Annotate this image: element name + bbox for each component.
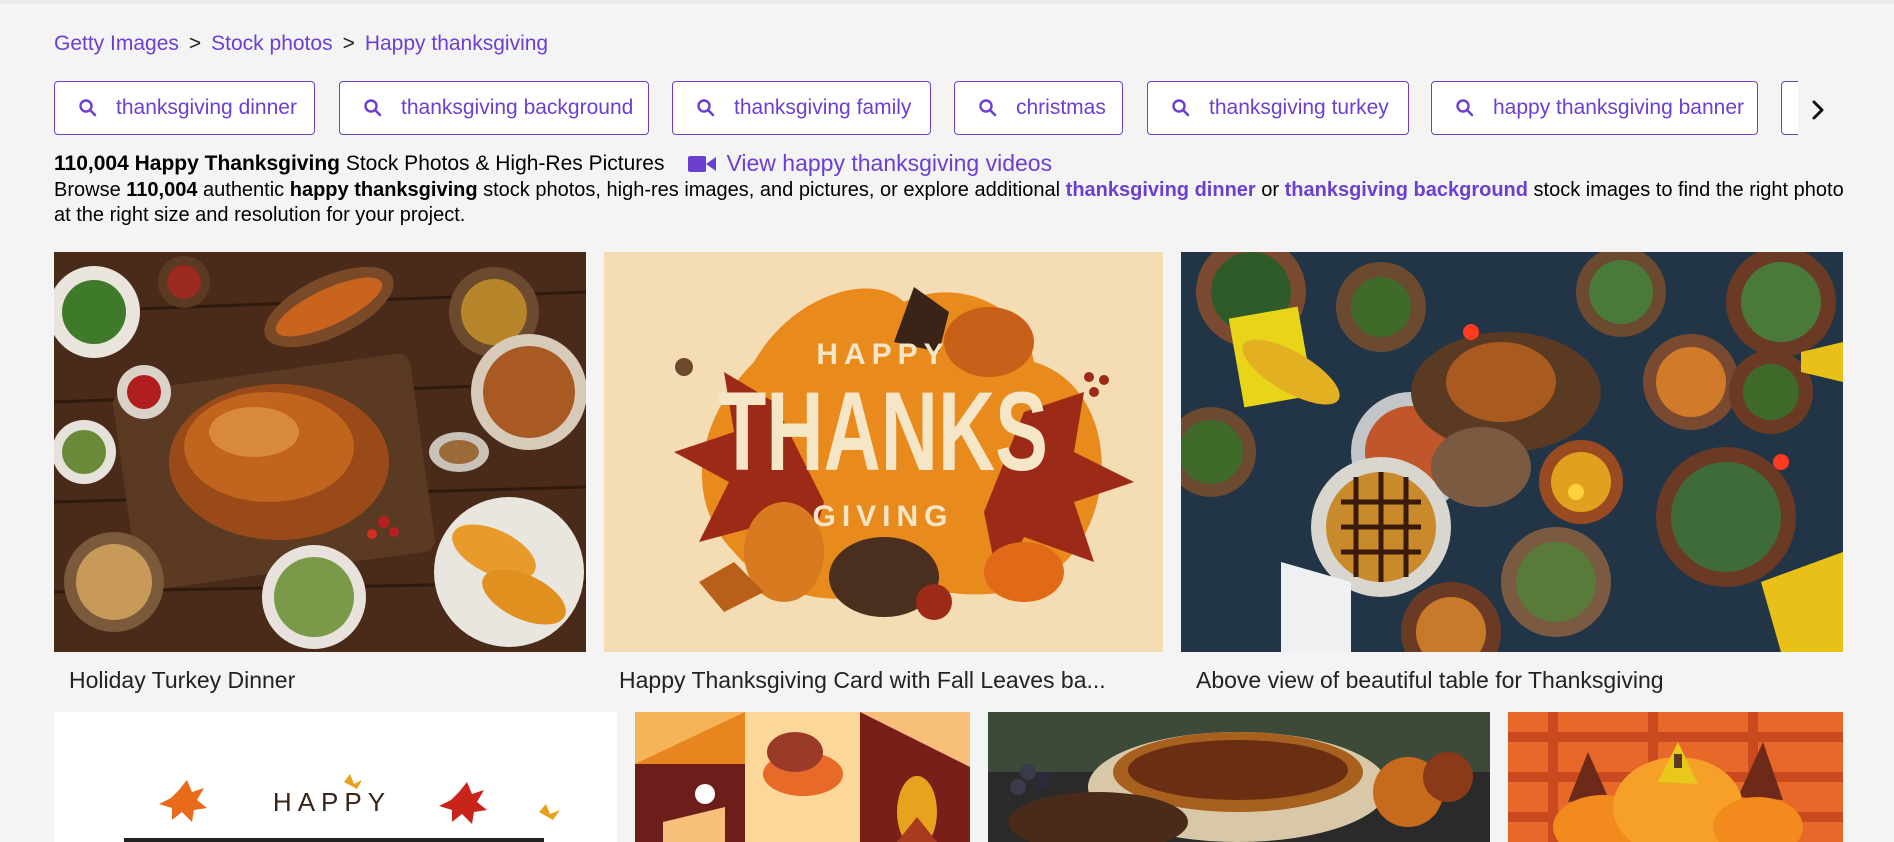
related-search-chip[interactable]: thanksgiving turkey <box>1147 81 1409 135</box>
results-query: Happy Thanksgiving <box>134 151 340 175</box>
result-caption[interactable]: Holiday Turkey Dinner <box>69 667 295 694</box>
description-query: happy thanksgiving <box>289 179 478 201</box>
related-search-chip[interactable]: thanksgiving background <box>339 81 649 135</box>
result-image-table-above-view[interactable] <box>1181 252 1843 652</box>
turkey-dinner-photo <box>54 252 586 652</box>
result-image-thanksgiving-icons[interactable] <box>635 712 970 842</box>
result-image-thanksgiving-card[interactable]: HAPPY THANKS GIVING <box>604 252 1163 652</box>
breadcrumb: Getty Images > Stock photos > Happy thanksgi… <box>54 32 548 56</box>
thanksgiving-card-illustration: HAPPY THANKS GIVING <box>604 252 1163 652</box>
chip-label: thanksgiving family <box>734 96 912 119</box>
result-caption[interactable]: Above view of beautiful table for Thanks… <box>1196 667 1664 694</box>
description-count: 110,004 <box>126 179 198 201</box>
card-giving-text: GIVING <box>812 500 953 533</box>
description-text: or <box>1255 179 1285 201</box>
results-suffix: Stock Photos & High-Res Pictures <box>345 151 665 175</box>
breadcrumb-separator: > <box>188 32 202 55</box>
thanksgiving-icons-pattern <box>635 712 970 842</box>
search-icon <box>1172 99 1190 117</box>
card-thanks-text: THANKS <box>718 369 1048 494</box>
result-image-happy-thanksgiving-lettering[interactable]: HAPPY <box>54 712 617 842</box>
pumpkins-illustration <box>1508 712 1843 842</box>
link-thanksgiving-background[interactable]: thanksgiving background <box>1285 179 1528 201</box>
video-camera-icon <box>688 155 717 172</box>
chips-next-button[interactable] <box>1800 92 1836 128</box>
related-search-chip[interactable]: thanksgiving family <box>672 81 931 135</box>
pecan-pie-photo <box>988 712 1490 842</box>
chevron-right-icon <box>1812 100 1824 120</box>
search-icon <box>364 99 382 117</box>
view-videos-label: View happy thanksgiving videos <box>726 150 1053 176</box>
top-border <box>0 0 1894 4</box>
breadcrumb-current[interactable]: Happy thanksgiving <box>365 32 548 55</box>
breadcrumb-separator: > <box>342 32 355 55</box>
related-searches: thanksgiving dinner thanksgiving backgro… <box>54 81 1798 137</box>
lettering-happy-text: HAPPY <box>273 787 391 817</box>
related-search-chip[interactable]: thanksgiving dinner <box>54 81 315 135</box>
chip-label: thanksgiving turkey <box>1209 96 1389 119</box>
search-icon <box>79 99 97 117</box>
view-videos-link[interactable]: View happy thanksgiving videos <box>688 150 1052 177</box>
results-count: 110,004 <box>54 151 129 175</box>
card-happy-text: HAPPY <box>816 338 949 371</box>
search-icon <box>979 99 997 117</box>
results-description: Browse 110,004 authentic happy thanksgiv… <box>54 178 1844 228</box>
chip-label: thanksgiving dinner <box>116 96 297 119</box>
result-image-pecan-pie[interactable] <box>988 712 1490 842</box>
table-above-view-photo <box>1181 252 1843 652</box>
related-search-chip-partial[interactable] <box>1781 81 1798 135</box>
chip-label: happy thanksgiving banner <box>1493 96 1745 119</box>
search-icon <box>1456 99 1474 117</box>
chip-label: thanksgiving background <box>401 96 634 119</box>
description-text: Browse <box>54 179 127 201</box>
result-image-pumpkins[interactable] <box>1508 712 1843 842</box>
chip-label: christmas <box>1016 96 1106 119</box>
related-search-chip[interactable]: happy thanksgiving banner <box>1431 81 1758 135</box>
happy-thanksgiving-lettering-illustration: HAPPY <box>54 712 617 842</box>
related-search-chip[interactable]: christmas <box>954 81 1123 135</box>
link-thanksgiving-dinner[interactable]: thanksgiving dinner <box>1066 179 1256 201</box>
description-text: authentic <box>197 179 290 201</box>
result-image-turkey-dinner[interactable] <box>54 252 586 652</box>
result-caption[interactable]: Happy Thanksgiving Card with Fall Leaves… <box>619 667 1106 694</box>
breadcrumb-stock-photos[interactable]: Stock photos <box>211 32 332 55</box>
description-text: stock photos, high-res images, and pictu… <box>477 179 1066 201</box>
breadcrumb-getty-images[interactable]: Getty Images <box>54 32 179 55</box>
search-icon <box>697 99 715 117</box>
results-heading: 110,004 Happy Thanksgiving Stock Photos … <box>54 150 1052 177</box>
